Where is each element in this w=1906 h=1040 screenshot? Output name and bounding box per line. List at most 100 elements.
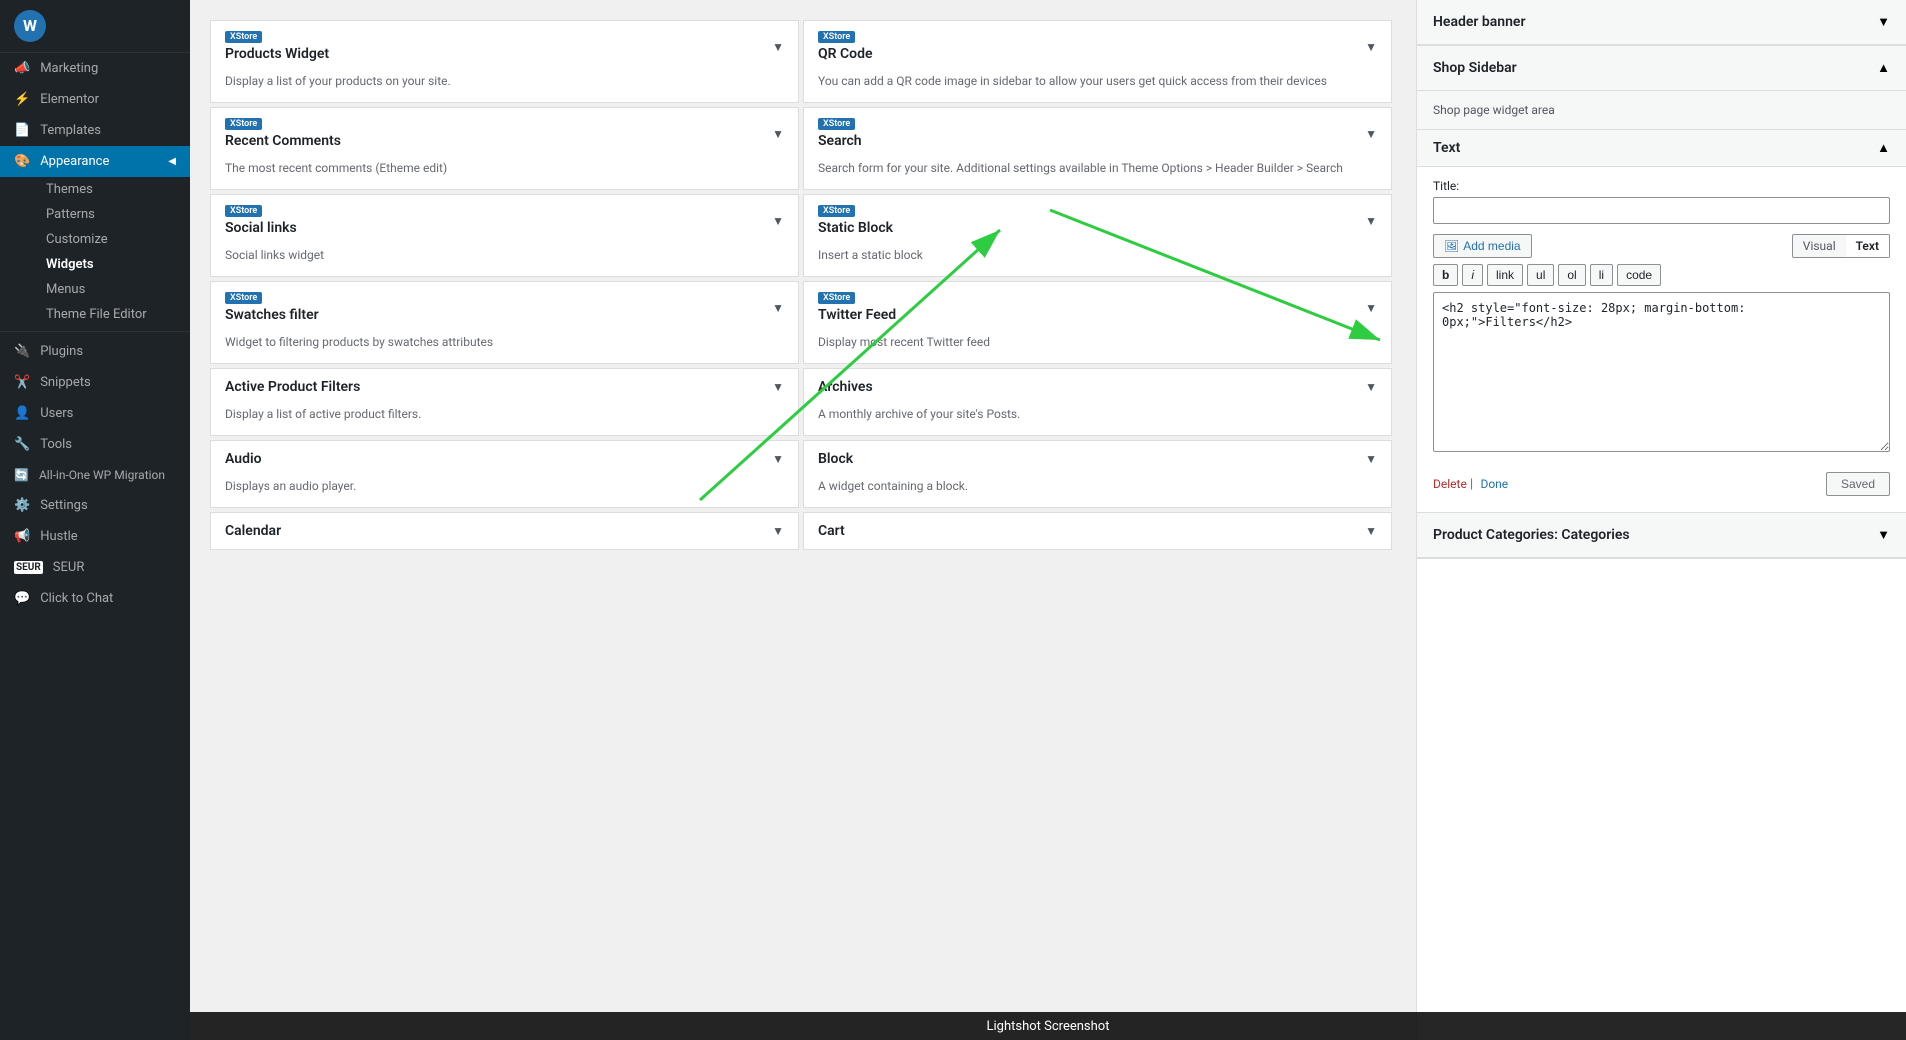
format-ol-button[interactable]: ol bbox=[1558, 264, 1585, 286]
text-widget-chevron-icon: ▲ bbox=[1877, 140, 1890, 156]
widget-desc-active-filters: Display a list of active product filters… bbox=[211, 405, 798, 435]
widget-header-audio[interactable]: Audio ▼ bbox=[211, 441, 798, 477]
widget-desc-social-links: Social links widget bbox=[211, 246, 798, 276]
widget-header-products[interactable]: XStore Products Widget ▼ bbox=[211, 21, 798, 72]
sidebar-item-theme-file-editor[interactable]: Theme File Editor bbox=[36, 302, 190, 327]
sidebar-item-settings[interactable]: ⚙️ Settings bbox=[0, 490, 190, 521]
widget-delete-done: Delete | Done bbox=[1433, 477, 1508, 492]
done-link[interactable]: Done bbox=[1480, 477, 1508, 491]
delete-link[interactable]: Delete bbox=[1433, 477, 1467, 491]
sidebar-item-tools[interactable]: 🔧 Tools bbox=[0, 429, 190, 460]
header-banner-chevron-icon: ▼ bbox=[1877, 14, 1890, 30]
chevron-down-icon-tw: ▼ bbox=[1365, 301, 1377, 315]
widget-desc-twitter: Display most recent Twitter feed bbox=[804, 333, 1391, 363]
text-widget-title: Text bbox=[1433, 140, 1460, 156]
text-widget-header[interactable]: Text ▲ bbox=[1417, 130, 1906, 167]
format-li-button[interactable]: li bbox=[1590, 264, 1613, 286]
sidebar-item-patterns[interactable]: Patterns bbox=[36, 202, 190, 227]
sidebar-item-users[interactable]: 👤 Users bbox=[0, 398, 190, 429]
tab-visual[interactable]: Visual bbox=[1793, 235, 1846, 257]
widget-header-cart[interactable]: Cart ▼ bbox=[804, 513, 1391, 549]
divider-1 bbox=[0, 331, 190, 332]
chevron-down-icon-cart: ▼ bbox=[1365, 524, 1377, 538]
sidebar-item-seur[interactable]: SEUR SEUR bbox=[0, 552, 190, 583]
sidebar-label-plugins: Plugins bbox=[40, 344, 83, 359]
format-code-button[interactable]: code bbox=[1617, 264, 1661, 286]
format-bar: b i link ul ol li code bbox=[1433, 264, 1890, 286]
widget-header-search[interactable]: XStore Search ▼ bbox=[804, 108, 1391, 159]
widget-card-cart: Cart ▼ bbox=[803, 512, 1392, 550]
sidebar-item-appearance[interactable]: 🎨 Appearance ◀ bbox=[0, 146, 190, 177]
code-editor-textarea[interactable]: <h2 style="font-size: 28px; margin-botto… bbox=[1433, 292, 1890, 452]
snippets-icon: ✂️ bbox=[14, 375, 30, 390]
product-categories-chevron-icon: ▼ bbox=[1877, 527, 1890, 543]
sidebar-item-snippets[interactable]: ✂️ Snippets bbox=[0, 367, 190, 398]
sidebar-label-settings: Settings bbox=[40, 498, 87, 513]
chevron-down-icon-af: ▼ bbox=[772, 380, 784, 394]
widget-desc-archives: A monthly archive of your site's Posts. bbox=[804, 405, 1391, 435]
sidebar-label-menus: Menus bbox=[46, 282, 85, 297]
chevron-down-icon-sb: ▼ bbox=[1365, 214, 1377, 228]
shop-sidebar-title: Shop Sidebar bbox=[1433, 60, 1517, 76]
widget-grid: XStore Products Widget ▼ Display a list … bbox=[210, 20, 1396, 554]
main-content: XStore Products Widget ▼ Display a list … bbox=[190, 0, 1906, 1040]
xstore-badge-sl: XStore bbox=[225, 205, 262, 217]
title-field-input[interactable] bbox=[1433, 197, 1890, 224]
shop-sidebar-chevron-icon: ▲ bbox=[1877, 60, 1890, 76]
widget-header-active-filters[interactable]: Active Product Filters ▼ bbox=[211, 369, 798, 405]
widget-card-calendar: Calendar ▼ bbox=[210, 512, 799, 550]
settings-icon: ⚙️ bbox=[14, 498, 30, 513]
widget-header-static-block[interactable]: XStore Static Block ▼ bbox=[804, 195, 1391, 246]
format-ul-button[interactable]: ul bbox=[1527, 264, 1554, 286]
widget-card-qr: XStore QR Code ▼ You can add a QR code i… bbox=[803, 20, 1392, 103]
chevron-down-icon-search: ▼ bbox=[1365, 127, 1377, 141]
widget-header-archives[interactable]: Archives ▼ bbox=[804, 369, 1391, 405]
shop-sidebar-header[interactable]: Shop Sidebar ▲ bbox=[1417, 46, 1906, 91]
chevron-down-icon: ▼ bbox=[772, 40, 784, 54]
sidebar-item-widgets[interactable]: Widgets bbox=[36, 252, 190, 277]
sidebar-item-hustle[interactable]: 📢 Hustle bbox=[0, 521, 190, 552]
widget-header-swatches[interactable]: XStore Swatches filter ▼ bbox=[211, 282, 798, 333]
add-media-button[interactable]: 🖼 Add media bbox=[1433, 234, 1532, 258]
sidebar-item-menus[interactable]: Menus bbox=[36, 277, 190, 302]
sidebar-item-marketing[interactable]: 📣 Marketing bbox=[0, 53, 190, 84]
seur-icon: SEUR bbox=[14, 561, 43, 574]
tools-icon: 🔧 bbox=[14, 437, 30, 452]
sidebar: W 📣 Marketing ⚡ Elementor 📄 Templates 🎨 … bbox=[0, 0, 190, 1040]
sidebar-item-themes[interactable]: Themes bbox=[36, 177, 190, 202]
product-categories-header[interactable]: Product Categories: Categories ▼ bbox=[1417, 513, 1906, 558]
product-categories-section: Product Categories: Categories ▼ bbox=[1417, 513, 1906, 559]
widget-title-products: Products Widget bbox=[225, 46, 329, 62]
sidebar-item-click-to-chat[interactable]: 💬 Click to Chat bbox=[0, 583, 190, 614]
widget-card-twitter: XStore Twitter Feed ▼ Display most recen… bbox=[803, 281, 1392, 364]
format-bold-button[interactable]: b bbox=[1433, 264, 1458, 286]
widget-header-social-links[interactable]: XStore Social links ▼ bbox=[211, 195, 798, 246]
click-to-chat-icon: 💬 bbox=[14, 591, 30, 606]
elementor-icon: ⚡ bbox=[14, 92, 30, 107]
widget-title-social-links: Social links bbox=[225, 220, 297, 236]
widget-header-calendar[interactable]: Calendar ▼ bbox=[211, 513, 798, 549]
chevron-down-icon-audio: ▼ bbox=[772, 452, 784, 466]
all-in-one-icon: 🔄 bbox=[14, 468, 29, 482]
widget-header-qr[interactable]: XStore QR Code ▼ bbox=[804, 21, 1391, 72]
tab-text[interactable]: Text bbox=[1846, 235, 1889, 257]
sidebar-item-all-in-one[interactable]: 🔄 All-in-One WP Migration bbox=[0, 460, 190, 490]
format-link-button[interactable]: link bbox=[1487, 264, 1523, 286]
widget-title-qr: QR Code bbox=[818, 46, 873, 62]
sidebar-label-snippets: Snippets bbox=[40, 375, 91, 390]
chevron-down-icon-arch: ▼ bbox=[1365, 380, 1377, 394]
widget-header-recent-comments[interactable]: XStore Recent Comments ▼ bbox=[211, 108, 798, 159]
widget-header-twitter[interactable]: XStore Twitter Feed ▼ bbox=[804, 282, 1391, 333]
sidebar-item-customize[interactable]: Customize bbox=[36, 227, 190, 252]
sidebar-item-templates[interactable]: 📄 Templates bbox=[0, 115, 190, 146]
header-banner-header[interactable]: Header banner ▼ bbox=[1417, 0, 1906, 45]
visual-text-tabs: Visual Text bbox=[1792, 234, 1890, 258]
sidebar-item-plugins[interactable]: 🔌 Plugins bbox=[0, 336, 190, 367]
svg-text:W: W bbox=[23, 16, 37, 35]
widget-header-block[interactable]: Block ▼ bbox=[804, 441, 1391, 477]
sidebar-item-elementor[interactable]: ⚡ Elementor bbox=[0, 84, 190, 115]
format-italic-button[interactable]: i bbox=[1462, 264, 1483, 286]
widget-card-archives: Archives ▼ A monthly archive of your sit… bbox=[803, 368, 1392, 436]
widget-title-audio: Audio bbox=[225, 451, 262, 467]
appearance-arrow-icon: ◀ bbox=[168, 156, 176, 167]
